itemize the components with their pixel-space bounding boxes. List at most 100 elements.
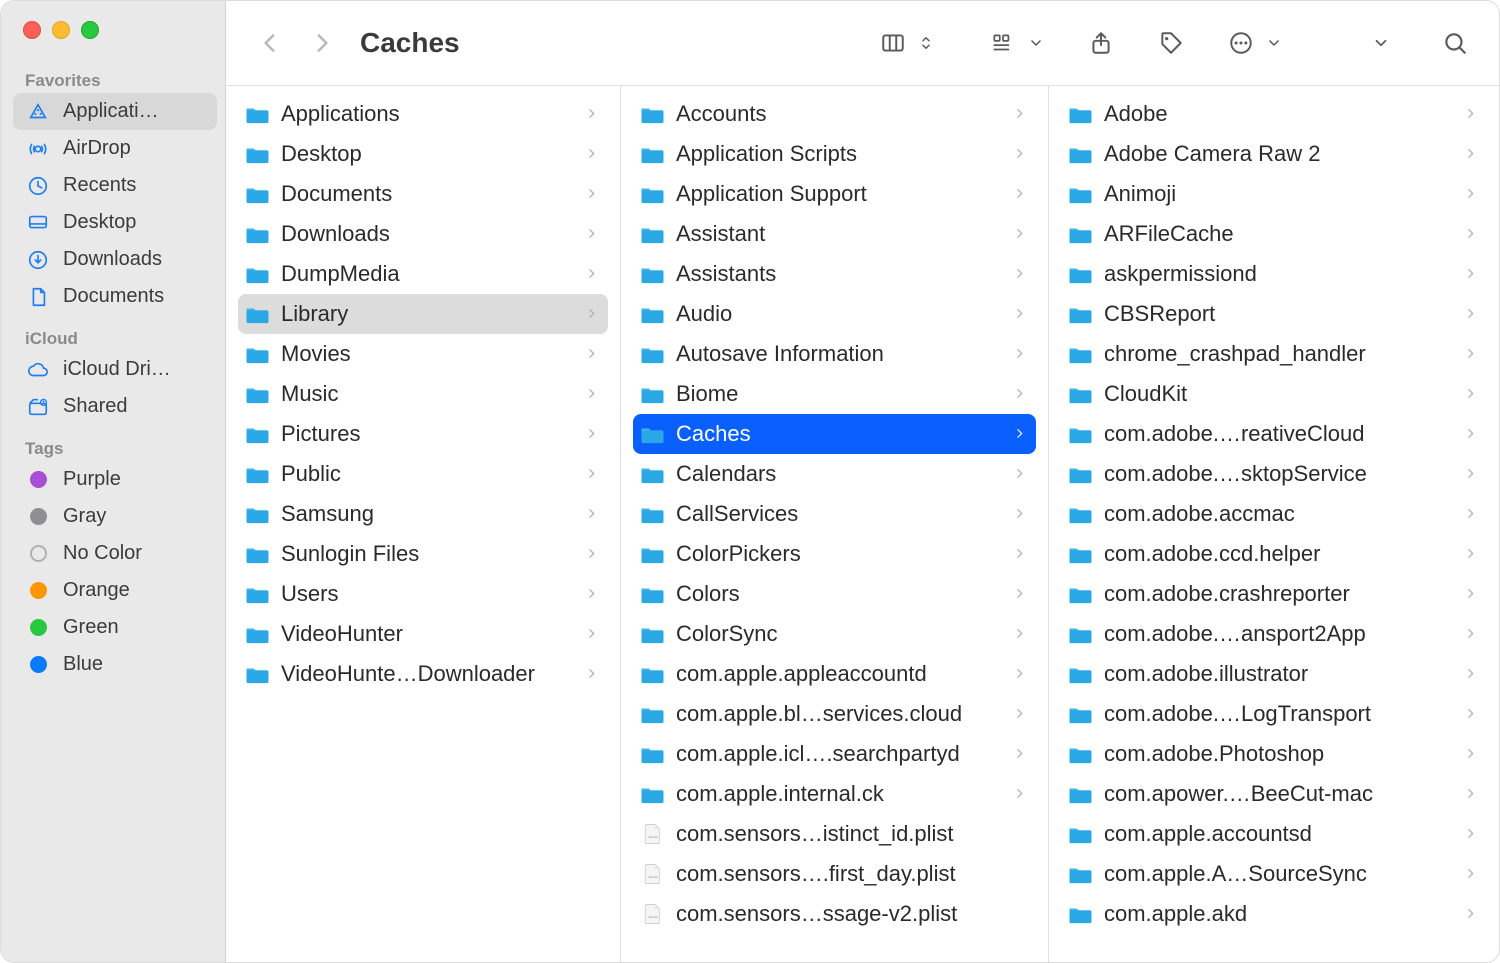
file-name: CallServices: [676, 501, 1003, 527]
sidebar-item-airdrop[interactable]: AirDrop: [1, 130, 225, 167]
file-row[interactable]: VideoHunte…Downloader: [238, 654, 608, 694]
file-row[interactable]: Assistant: [633, 214, 1036, 254]
file-row[interactable]: com.apower.…BeeCut-mac: [1061, 774, 1487, 814]
file-row[interactable]: com.sensors…ssage-v2.plist: [633, 894, 1036, 934]
overflow-chevron-button[interactable]: [1359, 23, 1403, 63]
tag-button[interactable]: [1149, 23, 1193, 63]
file-row[interactable]: Accounts: [633, 94, 1036, 134]
file-name: com.sensors…istinct_id.plist: [676, 821, 1026, 847]
file-row[interactable]: ColorPickers: [633, 534, 1036, 574]
documents-icon: [25, 286, 51, 308]
sidebar-item-icloud[interactable]: iCloud Dri…: [1, 351, 225, 388]
sidebar-tag-green[interactable]: Green: [1, 609, 225, 646]
sidebar-tag-no-color[interactable]: No Color: [1, 535, 225, 572]
file-row[interactable]: com.adobe.accmac: [1061, 494, 1487, 534]
close-window-button[interactable]: [23, 21, 41, 39]
forward-button[interactable]: [300, 23, 344, 63]
file-row[interactable]: ColorSync: [633, 614, 1036, 654]
file-row[interactable]: Movies: [238, 334, 608, 374]
file-row[interactable]: com.apple.accountsd: [1061, 814, 1487, 854]
file-row[interactable]: com.sensors….first_day.plist: [633, 854, 1036, 894]
file-row[interactable]: Autosave Information: [633, 334, 1036, 374]
file-row[interactable]: Music: [238, 374, 608, 414]
file-row[interactable]: Application Scripts: [633, 134, 1036, 174]
file-name: Application Support: [676, 181, 1003, 207]
file-name: com.apple.bl…services.cloud: [676, 701, 1003, 727]
column-1[interactable]: ApplicationsDesktop Documents DownloadsDum…: [226, 86, 621, 962]
file-row[interactable]: com.apple.icl….searchpartyd: [633, 734, 1036, 774]
sidebar-tag-orange[interactable]: Orange: [1, 572, 225, 609]
file-name: com.adobe.…LogTransport: [1104, 701, 1454, 727]
file-row[interactable]: Users: [238, 574, 608, 614]
sidebar-item-documents[interactable]: Documents: [1, 278, 225, 315]
file-row[interactable]: DumpMedia: [238, 254, 608, 294]
file-row[interactable]: com.apple.akd: [1061, 894, 1487, 934]
file-row[interactable]: com.apple.internal.ck: [633, 774, 1036, 814]
file-row[interactable]: Documents: [238, 174, 608, 214]
file-row[interactable]: CallServices: [633, 494, 1036, 534]
column-3[interactable]: AdobeAdobe Camera Raw 2AnimojiARFileCach…: [1049, 86, 1499, 962]
file-row[interactable]: Calendars: [633, 454, 1036, 494]
file-row[interactable]: Biome: [633, 374, 1036, 414]
search-button[interactable]: [1433, 23, 1477, 63]
file-row[interactable]: com.adobe.…sktopService: [1061, 454, 1487, 494]
file-row[interactable]: ARFileCache: [1061, 214, 1487, 254]
file-row[interactable]: com.adobe.illustrator: [1061, 654, 1487, 694]
file-row[interactable]: Caches: [633, 414, 1036, 454]
file-row[interactable]: Sunlogin Files: [238, 534, 608, 574]
file-row[interactable]: com.apple.bl…services.cloud: [633, 694, 1036, 734]
file-row[interactable]: Downloads: [238, 214, 608, 254]
file-row[interactable]: CBSReport: [1061, 294, 1487, 334]
file-row[interactable]: Colors: [633, 574, 1036, 614]
share-button[interactable]: [1079, 23, 1123, 63]
folder-icon: [244, 423, 271, 445]
view-mode-button[interactable]: [871, 23, 915, 63]
file-row[interactable]: Applications: [238, 94, 608, 134]
sidebar-item-applications[interactable]: Applicati…: [13, 93, 217, 130]
file-row[interactable]: Assistants: [633, 254, 1036, 294]
column-2[interactable]: AccountsApplication Scripts Application S…: [621, 86, 1049, 962]
file-row[interactable]: com.adobe.crashreporter: [1061, 574, 1487, 614]
file-row[interactable]: Pictures: [238, 414, 608, 454]
sidebar-item-downloads[interactable]: Downloads: [1, 241, 225, 278]
file-row[interactable]: com.adobe.Photoshop: [1061, 734, 1487, 774]
sidebar-item-recents[interactable]: Recents: [1, 167, 225, 204]
minimize-window-button[interactable]: [52, 21, 70, 39]
file-row[interactable]: Public: [238, 454, 608, 494]
file-row[interactable]: Audio: [633, 294, 1036, 334]
sidebar-tag-gray[interactable]: Gray: [1, 498, 225, 535]
file-row[interactable]: com.adobe.…ansport2App: [1061, 614, 1487, 654]
sidebar-tag-blue[interactable]: Blue: [1, 646, 225, 683]
more-actions-button[interactable]: [1219, 23, 1263, 63]
file-row[interactable]: Library: [238, 294, 608, 334]
file-row[interactable]: com.adobe.…reativeCloud: [1061, 414, 1487, 454]
file-row[interactable]: askpermissiond: [1061, 254, 1487, 294]
file-row[interactable]: com.adobe.…LogTransport: [1061, 694, 1487, 734]
file-row[interactable]: Samsung: [238, 494, 608, 534]
file-name: Assistant: [676, 221, 1003, 247]
file-row[interactable]: Adobe: [1061, 94, 1487, 134]
group-by-chevron-icon[interactable]: [1027, 23, 1045, 63]
more-actions-chevron-icon[interactable]: [1265, 23, 1283, 63]
file-row[interactable]: Adobe Camera Raw 2: [1061, 134, 1487, 174]
view-sort-chevrons-icon[interactable]: [917, 23, 935, 63]
file-row[interactable]: com.apple.appleaccountd: [633, 654, 1036, 694]
group-by-button[interactable]: [981, 23, 1025, 63]
file-row[interactable]: VideoHunter: [238, 614, 608, 654]
file-row[interactable]: Animoji: [1061, 174, 1487, 214]
back-button[interactable]: [248, 23, 292, 63]
tag-dot-icon: [30, 619, 47, 636]
file-row[interactable]: Application Support: [633, 174, 1036, 214]
file-row[interactable]: chrome_crashpad_handler: [1061, 334, 1487, 374]
file-name: Documents: [281, 181, 575, 207]
fullscreen-window-button[interactable]: [81, 21, 99, 39]
file-row[interactable]: com.apple.A…SourceSync: [1061, 854, 1487, 894]
file-row[interactable]: Desktop: [238, 134, 608, 174]
sidebar-tag-purple[interactable]: Purple: [1, 461, 225, 498]
file-row[interactable]: com.adobe.ccd.helper: [1061, 534, 1487, 574]
file-name: CloudKit: [1104, 381, 1454, 407]
file-row[interactable]: CloudKit: [1061, 374, 1487, 414]
sidebar-item-desktop[interactable]: Desktop: [1, 204, 225, 241]
sidebar-item-shared[interactable]: Shared: [1, 388, 225, 425]
file-row[interactable]: com.sensors…istinct_id.plist: [633, 814, 1036, 854]
